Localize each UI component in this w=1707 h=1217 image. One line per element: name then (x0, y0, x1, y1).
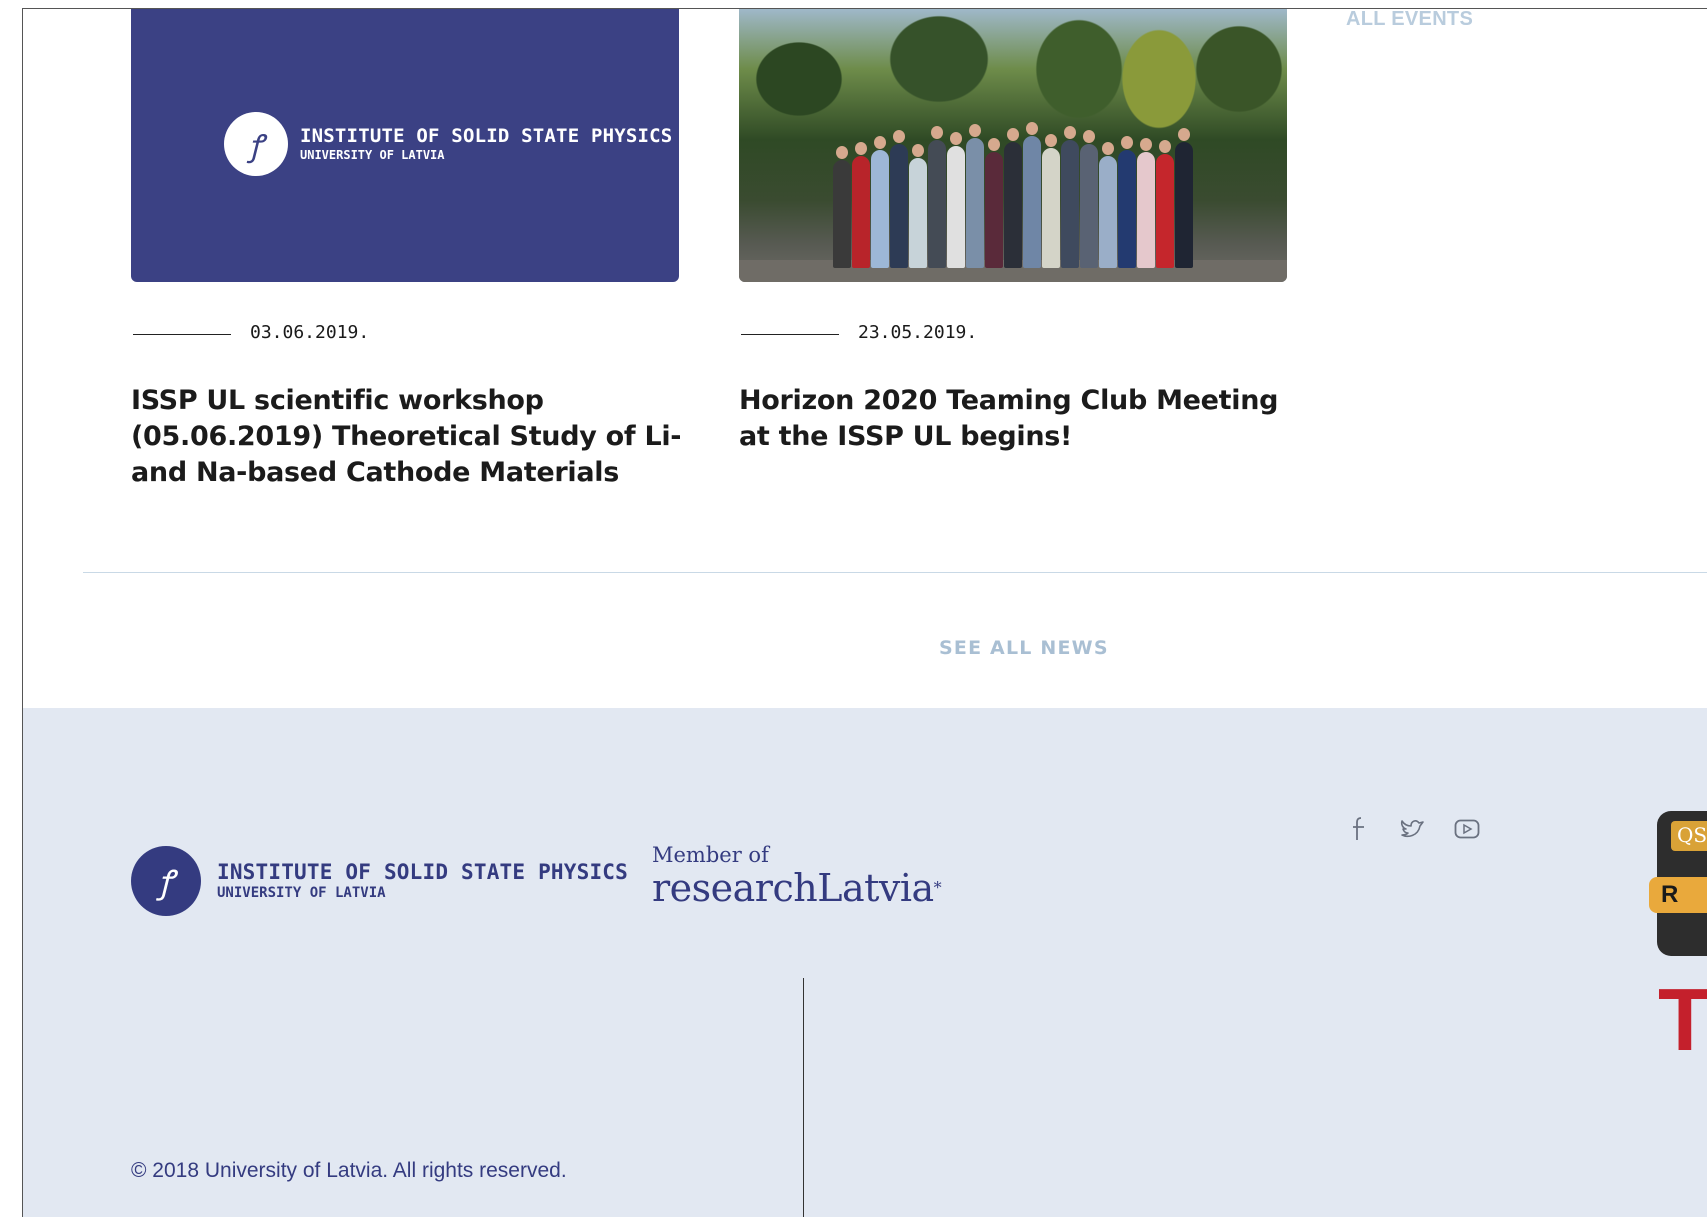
group-of-people (769, 118, 1257, 268)
page: ꝭ INSTITUTE OF SOLID STATE PHYSICS UNIVE… (0, 0, 1707, 1217)
issp-emblem-icon: ꝭ (224, 112, 288, 176)
news-date: 03.06.2019. (250, 322, 370, 343)
news-image-institute-logo[interactable]: ꝭ INSTITUTE OF SOLID STATE PHYSICS UNIVE… (131, 9, 679, 282)
date-rule (133, 334, 231, 335)
youtube-icon[interactable] (1453, 815, 1481, 843)
issp-emblem-icon: ꝭ (131, 846, 201, 916)
institute-logo: ꝭ INSTITUTE OF SOLID STATE PHYSICS UNIVE… (224, 112, 672, 176)
window-border-left (22, 8, 23, 1217)
member-name: researchLatvia (652, 866, 934, 910)
footer-column-divider (803, 978, 804, 1217)
logo-subtitle: UNIVERSITY OF LATVIA (300, 148, 445, 162)
footer (22, 708, 1707, 1217)
qs-ranking-badge[interactable]: QS R (1649, 811, 1707, 956)
the-ranking-logo[interactable]: TH (1658, 976, 1707, 1064)
footer-logo-title: INSTITUTE OF SOLID STATE PHYSICS (217, 860, 628, 884)
date-rule (741, 334, 839, 335)
qs-rank-letter: R (1649, 877, 1707, 913)
all-events-link[interactable]: ALL EVENTS (1346, 8, 1473, 31)
section-divider (83, 572, 1707, 573)
news-title-link[interactable]: Horizon 2020 Teaming Club Meeting at the… (739, 383, 1299, 455)
social-links (1345, 815, 1507, 843)
news-image-group-photo[interactable] (739, 9, 1287, 282)
news-date: 23.05.2019. (858, 322, 978, 343)
footer-logo-subtitle: UNIVERSITY OF LATVIA (217, 885, 386, 901)
research-latvia-logo[interactable]: Member of researchLatvia* (652, 843, 942, 910)
qs-label: QS (1671, 821, 1707, 851)
member-star: * (933, 878, 942, 897)
logo-title: INSTITUTE OF SOLID STATE PHYSICS (300, 125, 673, 147)
member-prefix: Member of (652, 843, 769, 867)
copyright-text: © 2018 University of Latvia. All rights … (131, 1159, 567, 1182)
facebook-icon[interactable] (1345, 815, 1373, 843)
news-title-link[interactable]: ISSP UL scientific workshop (05.06.2019)… (131, 383, 686, 491)
see-all-news-link[interactable]: SEE ALL NEWS (939, 637, 1109, 659)
footer-institute-logo[interactable]: ꝭ INSTITUTE OF SOLID STATE PHYSICS UNIVE… (131, 846, 628, 916)
twitter-icon[interactable] (1399, 815, 1427, 843)
